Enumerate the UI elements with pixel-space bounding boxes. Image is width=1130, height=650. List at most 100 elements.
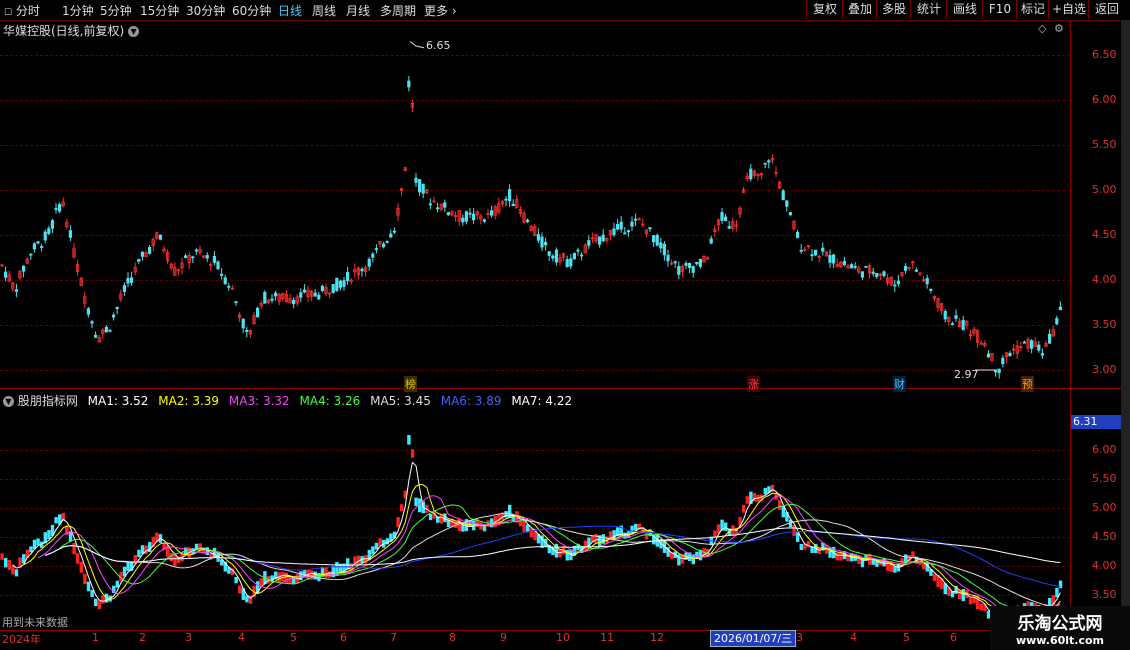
draw-line-button[interactable]: 画线	[946, 0, 983, 19]
indicator-bar	[763, 487, 767, 495]
candle-body	[569, 258, 573, 267]
candle-body	[796, 231, 800, 239]
indicator-bar	[414, 497, 418, 507]
candle-body	[853, 266, 857, 268]
candle-body	[371, 253, 375, 258]
candle-body	[677, 266, 681, 275]
indicator-bar	[400, 504, 404, 512]
indicator-bar	[778, 500, 782, 510]
event-marker-limit-up[interactable]: 涨	[747, 376, 760, 392]
restore-rights-button[interactable]: 复权	[806, 0, 843, 19]
time-axis-label: 5	[290, 631, 297, 644]
tab-5min[interactable]: 5分钟	[100, 2, 132, 19]
chevron-down-icon[interactable]: ▼	[3, 396, 14, 407]
candle-body	[461, 217, 465, 223]
candle-body	[291, 299, 296, 305]
candle-body	[367, 258, 371, 267]
candle-body	[1058, 306, 1062, 311]
indicator-bar	[238, 585, 242, 594]
indicator-bar	[169, 552, 173, 562]
indicator-bar	[36, 538, 40, 546]
candle-body	[785, 200, 789, 207]
tab-30min[interactable]: 30分钟	[186, 2, 225, 19]
candle-body	[126, 277, 130, 284]
candle-body	[634, 218, 638, 221]
candle-body	[788, 212, 793, 216]
low-price-label: 2.97	[954, 368, 979, 381]
event-marker-forecast[interactable]: 预	[1021, 376, 1034, 392]
overlay-button[interactable]: 叠加	[842, 0, 877, 19]
add-watchlist-button[interactable]: +自选	[1048, 0, 1089, 19]
tab-60min[interactable]: 60分钟	[232, 2, 271, 19]
candle-body	[875, 273, 879, 277]
f10-button[interactable]: F10	[982, 0, 1017, 19]
candle-body	[828, 255, 832, 263]
tab-monthly[interactable]: 月线	[346, 2, 370, 19]
candle-body	[40, 246, 44, 248]
multi-stock-button[interactable]: 多股	[876, 0, 911, 19]
candle-body	[21, 265, 26, 272]
candle-body	[482, 219, 487, 222]
ma3-value: MA3: 3.32	[228, 394, 290, 408]
period-toolbar: ☐ 分时 1分钟 5分钟 15分钟 30分钟 60分钟 日线 周线 月线 多周期…	[0, 0, 1130, 21]
ma5-value: MA5: 3.45	[370, 394, 431, 408]
candle-body	[580, 254, 584, 257]
time-axis-label: 6	[950, 631, 957, 644]
candle-body	[183, 255, 188, 259]
candle-body	[468, 212, 472, 215]
candle-body	[443, 202, 447, 208]
tab-1min[interactable]: 1分钟	[62, 2, 94, 19]
candle-body	[212, 255, 216, 263]
candle-body	[140, 251, 144, 257]
indicator-title: ▼ 股朋指标网 MA1: 3.52 MA2: 3.39 MA3: 3.32 MA…	[3, 392, 572, 409]
time-axis-label: 4	[850, 631, 857, 644]
indicator-bar	[932, 573, 937, 582]
indicator-chart[interactable]	[0, 408, 1070, 630]
statistics-button[interactable]: 统计	[910, 0, 947, 19]
tab-multi-period[interactable]: 多周期	[380, 2, 416, 19]
candlestick-chart[interactable]	[0, 22, 1070, 388]
candle-body	[489, 210, 494, 216]
candle-body	[572, 252, 577, 260]
tab-daily[interactable]: 日线	[278, 2, 302, 19]
event-marker-list[interactable]: 榜	[404, 376, 417, 392]
candle-body	[407, 80, 411, 88]
indicator-bar	[90, 589, 94, 597]
chevron-right-icon: ›	[451, 4, 457, 18]
candle-body	[385, 241, 389, 243]
time-axis-label: 2	[139, 631, 146, 644]
indicator-bar	[522, 520, 526, 532]
right-scrollbar[interactable]	[1121, 20, 1130, 630]
candle-body	[360, 268, 364, 272]
indicator-bar	[893, 566, 897, 573]
candle-body	[115, 306, 119, 310]
price-label: 6.50	[1092, 48, 1117, 61]
candle-body	[331, 284, 335, 293]
back-button[interactable]: 返回	[1088, 0, 1125, 19]
time-axis-label: 11	[600, 631, 614, 644]
indicator-bar	[4, 557, 8, 568]
candle-body	[536, 234, 541, 241]
ma4-value: MA4: 3.26	[299, 394, 361, 408]
event-marker-finance[interactable]: 财	[893, 376, 906, 392]
tab-15min[interactable]: 15分钟	[140, 2, 179, 19]
tab-intraday[interactable]: ☐ 分时	[4, 2, 40, 19]
tab-weekly[interactable]: 周线	[312, 2, 336, 19]
candle-body	[1048, 333, 1052, 344]
candle-body	[821, 247, 825, 252]
indicator-bar	[378, 538, 382, 546]
candle-body	[684, 262, 688, 266]
indicator-bar	[407, 434, 411, 445]
candle-body	[194, 249, 198, 252]
candle-body	[428, 203, 433, 206]
price-label: 3.00	[1092, 363, 1117, 376]
indicator-bar	[94, 598, 98, 607]
mark-button[interactable]: 标记	[1016, 0, 1049, 19]
candle-body	[1001, 357, 1005, 365]
candle-body	[1008, 352, 1012, 357]
indicator-bar	[817, 547, 821, 555]
future-data-note: 用到未来数据	[2, 616, 68, 629]
candle-body	[245, 329, 249, 333]
indicator-bar	[439, 514, 443, 524]
tab-more[interactable]: 更多 ›	[424, 2, 457, 19]
